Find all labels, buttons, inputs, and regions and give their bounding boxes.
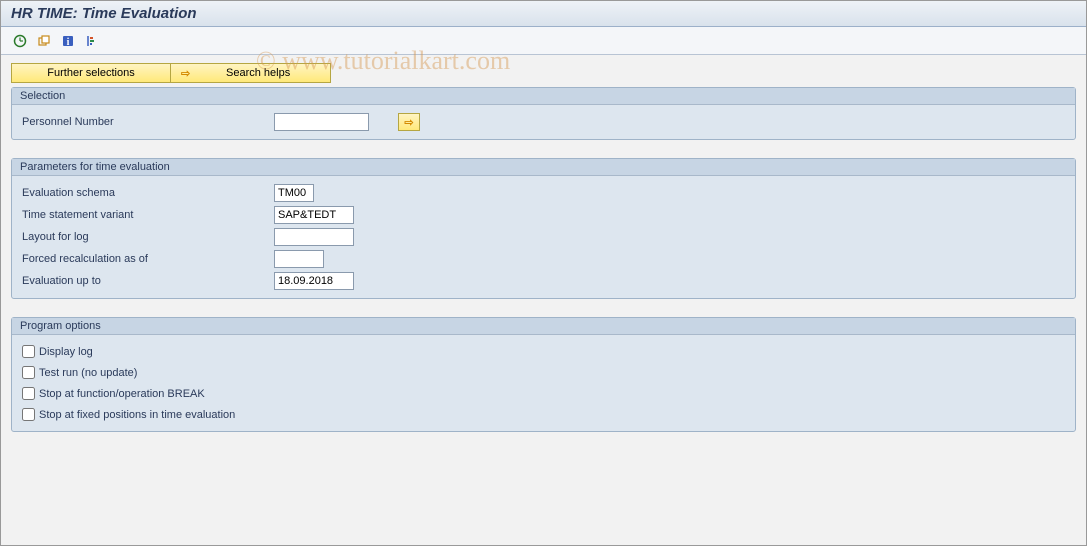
display-log-row: Display log (20, 341, 1067, 362)
further-selections-button[interactable]: Further selections (11, 63, 171, 83)
action-buttons: Further selections ⇨ Search helps (11, 63, 1076, 83)
time-statement-label: Time statement variant (20, 209, 270, 221)
button-label: Search helps (196, 67, 320, 79)
test-run-checkbox[interactable] (22, 366, 35, 379)
layout-log-label: Layout for log (20, 231, 270, 243)
panel-header: Parameters for time evaluation (12, 159, 1075, 176)
display-log-checkbox[interactable] (22, 345, 35, 358)
personnel-number-input[interactable] (274, 113, 369, 131)
execute-icon[interactable] (11, 32, 29, 50)
layout-log-input[interactable] (274, 228, 354, 246)
stop-break-label: Stop at function/operation BREAK (39, 388, 205, 400)
stop-break-row: Stop at function/operation BREAK (20, 383, 1067, 404)
eval-upto-input[interactable] (274, 272, 354, 290)
forced-recalc-row: Forced recalculation as of (20, 248, 1067, 270)
arrow-right-icon: ⇨ (181, 67, 190, 80)
page-title: HR TIME: Time Evaluation (1, 1, 1086, 27)
forced-recalc-input[interactable] (274, 250, 324, 268)
toolbar: i (1, 27, 1086, 55)
forced-recalc-label: Forced recalculation as of (20, 253, 270, 265)
multiple-selection-button[interactable]: ⇨ (398, 113, 420, 131)
eval-schema-row: Evaluation schema (20, 182, 1067, 204)
eval-upto-label: Evaluation up to (20, 275, 270, 287)
panel-header: Selection (12, 88, 1075, 105)
stop-fixed-label: Stop at fixed positions in time evaluati… (39, 409, 235, 421)
layout-log-row: Layout for log (20, 226, 1067, 248)
search-helps-button[interactable]: ⇨ Search helps (171, 63, 331, 83)
stop-fixed-row: Stop at fixed positions in time evaluati… (20, 404, 1067, 425)
time-statement-row: Time statement variant (20, 204, 1067, 226)
button-label: Further selections (47, 67, 134, 79)
info-icon[interactable]: i (59, 32, 77, 50)
stop-fixed-checkbox[interactable] (22, 408, 35, 421)
time-statement-input[interactable] (274, 206, 354, 224)
eval-schema-input[interactable] (274, 184, 314, 202)
eval-schema-label: Evaluation schema (20, 187, 270, 199)
parameters-panel: Parameters for time evaluation Evaluatio… (11, 158, 1076, 299)
structure-icon[interactable] (83, 32, 101, 50)
selection-panel: Selection Personnel Number ⇨ (11, 87, 1076, 140)
personnel-number-row: Personnel Number ⇨ (20, 111, 1067, 133)
svg-text:i: i (67, 37, 70, 48)
panel-header: Program options (12, 318, 1075, 335)
test-run-label: Test run (no update) (39, 367, 137, 379)
display-log-label: Display log (39, 346, 93, 358)
test-run-row: Test run (no update) (20, 362, 1067, 383)
program-options-panel: Program options Display log Test run (no… (11, 317, 1076, 432)
eval-upto-row: Evaluation up to (20, 270, 1067, 292)
personnel-number-label: Personnel Number (20, 116, 270, 128)
content-area: Further selections ⇨ Search helps Select… (1, 55, 1086, 458)
variants-icon[interactable] (35, 32, 53, 50)
stop-break-checkbox[interactable] (22, 387, 35, 400)
arrow-right-icon: ⇨ (404, 116, 413, 129)
